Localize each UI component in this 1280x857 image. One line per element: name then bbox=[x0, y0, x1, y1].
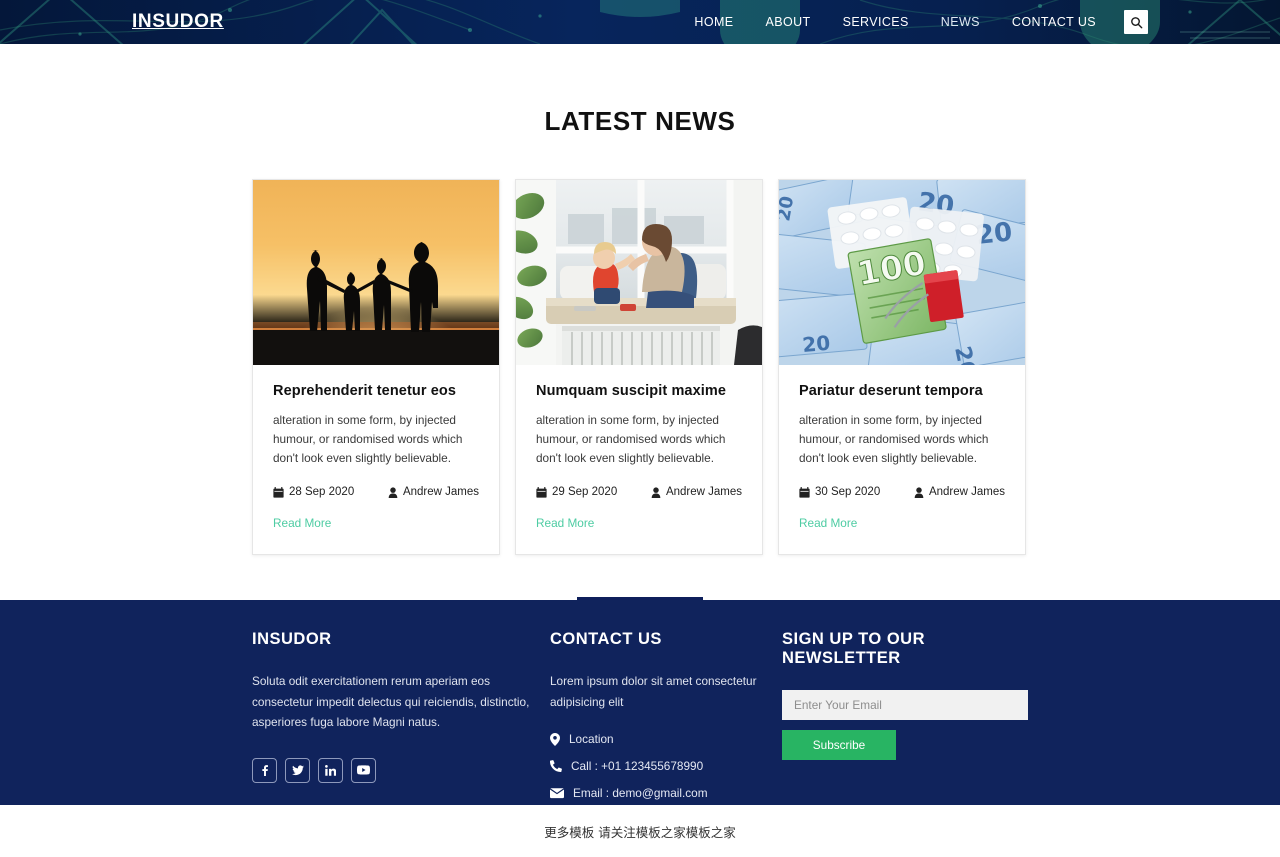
bottom-bar-text: 更多模板 请关注模板之家模板之家 bbox=[544, 824, 736, 840]
nav-item-services[interactable]: SERVICES bbox=[827, 0, 925, 44]
nav-item-home[interactable]: HOME bbox=[678, 0, 749, 44]
site-logo[interactable]: INSUDOR bbox=[132, 11, 224, 33]
nav-item-about[interactable]: ABOUT bbox=[750, 0, 827, 44]
news-card-body: Numquam suscipit maxime alteration in so… bbox=[516, 365, 762, 554]
social-links bbox=[252, 757, 550, 783]
news-card-date-text: 29 Sep 2020 bbox=[552, 486, 618, 499]
news-card-image-family-silhouette-sunset-beach bbox=[253, 180, 499, 365]
location-pin-icon bbox=[550, 732, 560, 746]
news-card-author: Andrew James bbox=[388, 486, 479, 498]
phone-icon bbox=[550, 760, 562, 773]
contact-phone-row: Call : +01 123455678990 bbox=[550, 759, 782, 773]
news-card-text: alteration in some form, by injected hum… bbox=[799, 413, 989, 466]
linkedin-icon bbox=[325, 764, 336, 776]
news-card-body: Pariatur deserunt tempora alteration in … bbox=[779, 365, 1025, 554]
contact-location-text: Location bbox=[569, 732, 614, 747]
main-navigation: HOME ABOUT SERVICES NEWS CONTACT US bbox=[678, 0, 1148, 44]
page-title: LATEST NEWS bbox=[544, 106, 736, 136]
search-icon bbox=[1130, 16, 1143, 29]
footer-columns: INSUDOR Soluta odit exercitationem rerum… bbox=[252, 600, 1028, 813]
news-card-image-euro-banknotes-with-pills-and-red-clip: 20 20 20 20 20 100 bbox=[779, 180, 1025, 365]
contact-phone-text: Call : +01 123455678990 bbox=[571, 759, 704, 774]
header-inner: INSUDOR HOME ABOUT SERVICES NEWS CONTACT… bbox=[120, 0, 1160, 44]
footer-newsletter-heading: SIGN UP TO OUR NEWSLETTER bbox=[782, 630, 925, 667]
news-card-date: 28 Sep 2020 bbox=[273, 486, 354, 498]
user-icon bbox=[651, 487, 661, 498]
news-card[interactable]: Numquam suscipit maxime alteration in so… bbox=[515, 179, 763, 556]
news-card-author: Andrew James bbox=[914, 486, 1005, 498]
site-header: INSUDOR HOME ABOUT SERVICES NEWS CONTACT… bbox=[0, 0, 1280, 44]
news-card-date-text: 30 Sep 2020 bbox=[815, 486, 881, 499]
site-footer: INSUDOR Soluta odit exercitationem rerum… bbox=[0, 600, 1280, 805]
contact-email-text: Email : demo@gmail.com bbox=[573, 786, 708, 801]
user-icon bbox=[388, 487, 398, 498]
footer-contact-column: CONTACT US Lorem ipsum dolor sit amet co… bbox=[550, 630, 782, 813]
news-card-title: Pariatur deserunt tempora bbox=[799, 383, 983, 399]
newsletter-email-input[interactable] bbox=[782, 690, 1028, 720]
calendar-icon bbox=[799, 486, 810, 498]
nav-item-contact-us[interactable]: CONTACT US bbox=[996, 0, 1112, 44]
news-card-title: Numquam suscipit maxime bbox=[536, 383, 727, 399]
footer-about-column: INSUDOR Soluta odit exercitationem rerum… bbox=[252, 630, 550, 813]
news-card-meta: 28 Sep 2020 Andrew James bbox=[273, 486, 479, 498]
calendar-icon bbox=[273, 486, 284, 498]
news-card-author-text: Andrew James bbox=[928, 486, 1005, 499]
latest-news-section: LATEST NEWS Reprehenderit tenetur eos al… bbox=[0, 44, 1280, 636]
footer-about-text: Soluta odit exercitationem rerum aperiam… bbox=[252, 674, 530, 730]
news-card-meta: 30 Sep 2020 Andrew James bbox=[799, 486, 1005, 498]
envelope-icon bbox=[550, 788, 564, 799]
user-icon bbox=[914, 487, 924, 498]
facebook-link[interactable] bbox=[252, 757, 277, 783]
news-card[interactable]: Reprehenderit tenetur eos alteration in … bbox=[252, 179, 500, 556]
twitter-icon bbox=[291, 765, 304, 776]
news-card-text: alteration in some form, by injected hum… bbox=[536, 413, 726, 466]
twitter-link[interactable] bbox=[285, 757, 310, 783]
news-card-list: Reprehenderit tenetur eos alteration in … bbox=[252, 179, 1028, 556]
news-card-title: Reprehenderit tenetur eos bbox=[273, 383, 456, 399]
youtube-icon bbox=[357, 765, 370, 775]
news-card-date: 30 Sep 2020 bbox=[799, 486, 880, 498]
read-more-link[interactable]: Read More bbox=[273, 516, 331, 530]
news-card[interactable]: 20 20 20 20 20 100 Pariatur deserunt tem… bbox=[778, 179, 1026, 556]
footer-newsletter-column: SIGN UP TO OUR NEWSLETTER Subscribe bbox=[782, 630, 1028, 813]
svg-text:20: 20 bbox=[801, 331, 831, 357]
read-more-link[interactable]: Read More bbox=[799, 516, 857, 530]
contact-email-row: Email : demo@gmail.com bbox=[550, 786, 782, 800]
news-card-image-mother-and-child-on-window-seat bbox=[516, 180, 762, 365]
footer-about-heading: INSUDOR bbox=[252, 630, 332, 648]
linkedin-link[interactable] bbox=[318, 757, 343, 783]
news-card-meta: 29 Sep 2020 Andrew James bbox=[536, 486, 742, 498]
calendar-icon bbox=[536, 486, 547, 498]
news-card-date: 29 Sep 2020 bbox=[536, 486, 617, 498]
news-card-body: Reprehenderit tenetur eos alteration in … bbox=[253, 365, 499, 554]
subscribe-button[interactable]: Subscribe bbox=[782, 730, 896, 760]
facebook-icon bbox=[259, 765, 270, 776]
bottom-bar: 更多模板 请关注模板之家模板之家 bbox=[0, 805, 1280, 857]
news-card-author: Andrew James bbox=[651, 486, 742, 498]
contact-info-list: Location Call : +01 123455678990 Email:… bbox=[550, 732, 782, 800]
news-card-author-text: Andrew James bbox=[665, 486, 742, 499]
read-more-link[interactable]: Read More bbox=[536, 516, 594, 530]
news-card-text: alteration in some form, by injected hum… bbox=[273, 413, 463, 466]
news-card-author-text: Andrew James bbox=[402, 486, 479, 499]
footer-contact-text: Lorem ipsum dolor sit amet consectetur a… bbox=[550, 674, 757, 709]
footer-contact-heading: CONTACT US bbox=[550, 630, 662, 648]
contact-location-row: Location bbox=[550, 732, 782, 746]
nav-item-news[interactable]: NEWS bbox=[925, 0, 996, 44]
youtube-link[interactable] bbox=[351, 757, 376, 783]
search-button[interactable] bbox=[1124, 10, 1148, 34]
news-card-date-text: 28 Sep 2020 bbox=[289, 486, 355, 499]
